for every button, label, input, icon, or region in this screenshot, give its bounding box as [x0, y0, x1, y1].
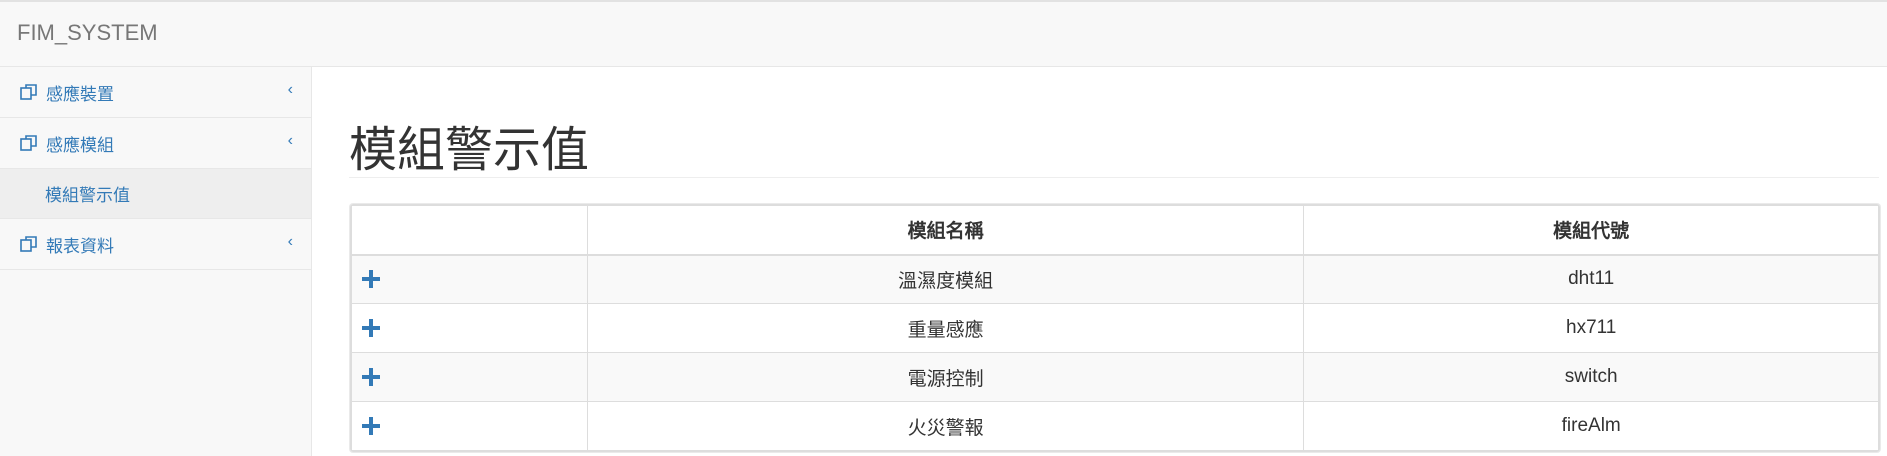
table-header-row: 模組名稱 模組代號: [351, 205, 1879, 256]
title-divider: [349, 177, 1879, 178]
table-row: 電源控制 switch: [351, 352, 1879, 402]
expand-cell: [351, 401, 588, 451]
chevron-left-icon: ‹: [287, 81, 293, 98]
plus-icon[interactable]: [362, 416, 380, 435]
module-code-cell: dht11: [1303, 254, 1879, 304]
expand-cell: [351, 303, 588, 353]
module-code-cell: switch: [1303, 352, 1879, 402]
sidebar-subitem-label: 模組警示值: [45, 186, 130, 205]
module-code-cell: hx711: [1303, 303, 1879, 353]
module-name-cell: 火災警報: [586, 401, 1305, 451]
sidebar-item-report-data[interactable]: 報表資料 ‹: [0, 219, 311, 270]
column-header-module-code[interactable]: 模組代號: [1303, 205, 1879, 256]
sidebar: 感應裝置 ‹ 感應模組 ‹ 模組警示值 報表資料 ‹: [0, 67, 312, 456]
copy-icon: [20, 236, 37, 252]
module-table: 模組名稱 模組代號 溫濕度模組 dht11 重量感應 hx711 電源控制 sw…: [351, 205, 1879, 451]
sidebar-item-label: 報表資料: [46, 236, 114, 256]
brand-title[interactable]: FIM_SYSTEM: [17, 20, 158, 46]
table-row: 溫濕度模組 dht11: [351, 254, 1879, 304]
module-name-cell: 溫濕度模組: [586, 254, 1305, 304]
column-header-expand: [351, 205, 588, 256]
module-name-cell: 重量感應: [586, 303, 1305, 353]
sidebar-subitem-module-alert-values[interactable]: 模組警示值: [0, 169, 311, 219]
table-row: 重量感應 hx711: [351, 303, 1879, 353]
sidebar-item-label: 感應模組: [46, 135, 114, 155]
sidebar-item-sensor-modules[interactable]: 感應模組 ‹: [0, 118, 311, 169]
expand-cell: [351, 352, 588, 402]
module-name-cell: 電源控制: [586, 352, 1305, 402]
table-row: 火災警報 fireAlm: [351, 401, 1879, 451]
plus-icon[interactable]: [362, 318, 380, 337]
plus-icon[interactable]: [362, 367, 380, 386]
copy-icon: [20, 84, 37, 100]
plus-icon[interactable]: [362, 270, 380, 289]
chevron-left-icon: ‹: [287, 132, 293, 149]
top-navbar: FIM_SYSTEM: [0, 0, 1887, 67]
page-title: 模組警示值: [349, 122, 590, 178]
column-header-module-name[interactable]: 模組名稱: [586, 205, 1305, 256]
module-table-container: 模組名稱 模組代號 溫濕度模組 dht11 重量感應 hx711 電源控制 sw…: [350, 204, 1880, 452]
copy-icon: [20, 135, 37, 151]
sidebar-item-sensor-devices[interactable]: 感應裝置 ‹: [0, 67, 311, 118]
module-code-cell: fireAlm: [1303, 401, 1879, 451]
expand-cell: [351, 254, 588, 304]
chevron-left-icon: ‹: [287, 233, 293, 250]
sidebar-item-label: 感應裝置: [46, 84, 114, 104]
